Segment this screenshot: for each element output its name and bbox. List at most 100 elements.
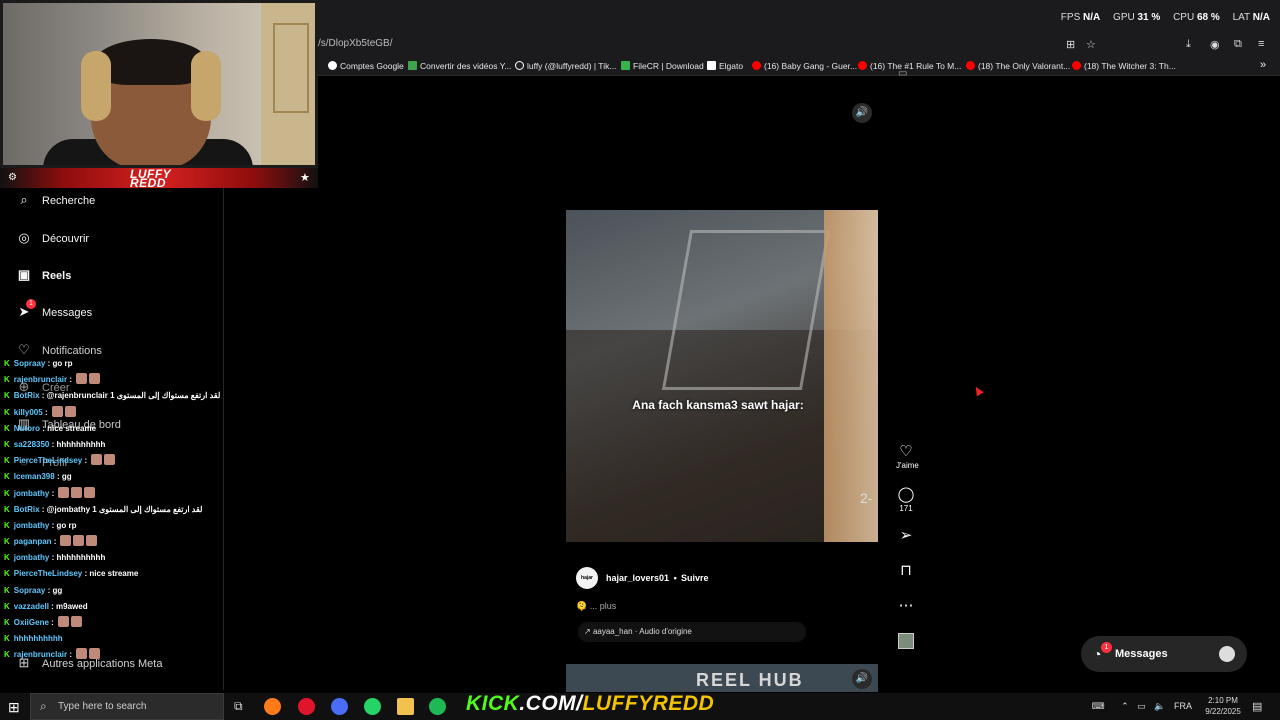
chat-username[interactable]: Sopraay <box>14 586 46 595</box>
menu-icon[interactable]: ≡ <box>1258 38 1264 50</box>
spotify-icon[interactable] <box>429 698 446 715</box>
bookmark-item[interactable]: Elgato <box>707 61 743 71</box>
compass-icon: ◎ <box>18 230 30 245</box>
chat-message: Kkilly005 : <box>0 405 230 421</box>
chat-message: Kjombathy : <box>0 486 230 502</box>
kick-badge-icon: K <box>4 618 10 627</box>
chat-text: : gg <box>47 585 63 595</box>
headset-right <box>191 51 221 121</box>
chat-username[interactable]: PierceTheLindsey <box>14 569 82 578</box>
bookmark-item[interactable]: (18) The Only Valorant... <box>966 61 1070 71</box>
chat-username[interactable]: jombathy <box>14 553 50 562</box>
youtube-icon <box>752 61 761 70</box>
chat-username[interactable]: vazzadell <box>14 602 49 611</box>
chat-username[interactable]: BotRix <box>14 505 40 514</box>
chat-username[interactable]: killy005 <box>14 408 43 417</box>
install-app-icon[interactable]: ⊞ <box>1066 38 1075 51</box>
extensions-icon[interactable]: ⧉ <box>1234 38 1242 51</box>
bookmark-item[interactable]: Convertir des vidéos Y... <box>408 61 511 71</box>
bookmark-item[interactable]: (16) The #1 Rule To M... <box>858 61 961 71</box>
share-button[interactable]: ➢ <box>896 528 916 544</box>
audio-track[interactable]: ↗ aayaa_han · Audio d'origine <box>578 622 806 642</box>
scroll-up-icon[interactable]: ▭ <box>898 68 907 79</box>
more-icon: ⋯ <box>898 597 914 614</box>
nav-messages[interactable]: ➤ Messages 1 <box>16 299 92 320</box>
emote-icon <box>73 535 85 547</box>
kick-badge-icon: K <box>4 439 10 449</box>
speaker-icon[interactable]: 🔊 <box>852 669 872 689</box>
chat-username[interactable]: sa228350 <box>14 440 50 449</box>
file-explorer-icon[interactable] <box>397 698 414 715</box>
chat-username[interactable]: rajenbrunclair <box>14 375 67 384</box>
audio-thumbnail[interactable] <box>898 633 914 649</box>
language-indicator[interactable]: FRA <box>1174 701 1192 711</box>
fps-value: N/A <box>1083 12 1101 23</box>
chat-username[interactable]: Iceman398 <box>14 472 55 481</box>
emote-icon <box>71 486 83 498</box>
kick-badge-icon: K <box>4 472 10 482</box>
speaker-icon[interactable]: 🔊 <box>852 103 872 123</box>
like-button[interactable]: ♡ J'aime <box>896 444 919 471</box>
firefox-icon[interactable] <box>264 698 281 715</box>
chat-username[interactable]: PierceTheLindsey <box>14 456 82 465</box>
arrow-icon: ↗ <box>584 627 591 636</box>
chat-username[interactable]: jombathy <box>14 521 50 530</box>
volume-icon[interactable]: 🔈 <box>1154 701 1165 711</box>
account-icon[interactable]: ◉ <box>1210 38 1220 51</box>
chat-username[interactable]: BotRix <box>14 391 40 400</box>
emoji-icon: 🫠 <box>576 601 588 611</box>
bookmark-star-icon[interactable]: ☆ <box>1086 38 1096 51</box>
bookmark-item[interactable]: luffy (@luffyredd) | Tik... <box>515 61 616 71</box>
bookmark-item[interactable]: FileCR | Download <box>621 61 704 71</box>
opera-icon[interactable] <box>298 698 315 715</box>
emote-icon <box>76 648 88 660</box>
emote-icon <box>64 405 76 417</box>
messages-pill[interactable]: ◔ 1 Messages <box>1081 636 1247 672</box>
kick-badge-icon: K <box>4 553 10 563</box>
messages-badge: 1 <box>26 299 36 309</box>
comment-button[interactable]: ◯ 171 <box>896 487 916 514</box>
next-reel-preview[interactable]: REEL HUB <box>566 664 878 692</box>
author-avatar[interactable]: hajar <box>576 567 598 589</box>
bookmark-item[interactable]: Comptes Google <box>328 61 404 71</box>
address-bar-url[interactable]: /s/DlopXb5teGB/ <box>318 38 392 49</box>
bookmark-item[interactable]: (18) The Witcher 3: Th... <box>1072 61 1176 71</box>
likes-label: J'aime <box>896 461 919 470</box>
kick-badge-icon: K <box>4 375 10 385</box>
chat-username[interactable]: hhhhhhhhhh <box>14 634 63 643</box>
chat-username[interactable]: jombathy <box>14 489 50 498</box>
downloads-icon[interactable]: ⤓ <box>1186 38 1191 51</box>
chat-username[interactable]: OxiiGene <box>14 618 49 627</box>
bookmark-item[interactable]: (16) Baby Gang - Guer... <box>752 61 857 71</box>
chat-username[interactable]: rajenbrunclair <box>14 650 67 659</box>
notification-center-icon[interactable]: ▤ <box>1252 700 1262 713</box>
author-username[interactable]: hajar_lovers01 • <box>606 573 679 583</box>
chat-username[interactable]: Sopraay <box>14 359 46 368</box>
network-icon[interactable]: ▭ <box>1137 701 1146 711</box>
caption-more[interactable]: 🫠 ... plus <box>576 601 616 612</box>
follow-button[interactable]: Suivre <box>681 573 709 583</box>
nav-explore[interactable]: ◎ Découvrir <box>16 230 89 246</box>
keyboard-icon[interactable]: ⌨ <box>1092 701 1105 711</box>
more-bookmarks-icon[interactable]: » <box>1260 59 1266 71</box>
windows-start-icon[interactable]: ⊞ <box>8 699 20 716</box>
task-view-icon[interactable]: ⧉ <box>234 699 243 714</box>
emote-icon <box>86 535 98 547</box>
save-button[interactable]: ⊓ <box>896 563 916 579</box>
more-options-button[interactable]: ⋯ <box>896 598 916 614</box>
reels-icon: ▣ <box>17 267 31 282</box>
chat-username[interactable]: Nutoro <box>14 424 40 433</box>
chat-username[interactable]: paganpan <box>14 537 52 546</box>
nav-reels[interactable]: ▣ Reels <box>16 267 72 283</box>
nav-search[interactable]: ⌕ Recherche <box>16 192 95 208</box>
comments-count: 171 <box>899 504 913 513</box>
chat-text: : hhhhhhhhhh <box>51 553 106 563</box>
search-icon: ⌕ <box>20 192 28 207</box>
chevron-up-icon[interactable]: ⌃ <box>1121 701 1129 711</box>
download-icon <box>408 61 417 70</box>
reel-video[interactable] <box>566 210 878 542</box>
taskbar-clock[interactable]: 2:10 PM 9/22/2025 <box>1196 695 1250 717</box>
messenger-app-icon[interactable] <box>331 698 348 715</box>
whatsapp-icon[interactable] <box>364 698 381 715</box>
chat-text: : <box>69 375 73 385</box>
